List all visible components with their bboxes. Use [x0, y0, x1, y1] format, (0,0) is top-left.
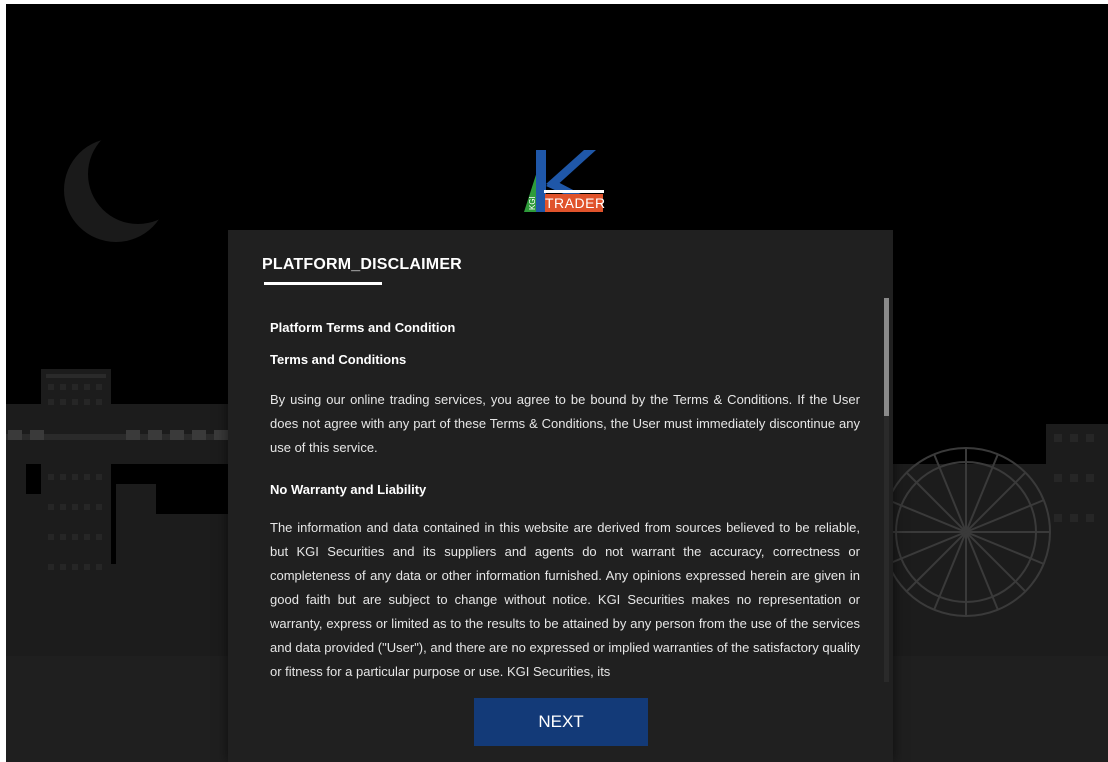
logo-kgi-text: KGI: [528, 196, 537, 210]
next-button[interactable]: NEXT: [474, 698, 648, 746]
ferris-wheel-icon: [881, 447, 1051, 617]
heading-terms-conditions: Terms and Conditions: [270, 352, 407, 367]
disclaimer-content[interactable]: Platform Terms and Condition Terms and C…: [264, 312, 860, 682]
kgi-ktrader-logo: KGI TRADER: [514, 146, 606, 216]
moon-icon: [64, 124, 188, 242]
login-background: KGI TRADER PLATFORM_DISCLAIMER Platform …: [6, 4, 1108, 762]
dialog-title: PLATFORM_DISCLAIMER: [262, 256, 462, 273]
heading-platform-terms: Platform Terms and Condition: [270, 320, 456, 335]
disclaimer-dialog: PLATFORM_DISCLAIMER Platform Terms and C…: [228, 230, 893, 762]
paragraph-terms: By using our online trading services, yo…: [270, 392, 860, 455]
paragraph-warranty: The information and data contained in th…: [270, 520, 860, 679]
heading-no-warranty: No Warranty and Liability: [270, 482, 427, 497]
title-underline: [264, 282, 382, 285]
logo-trader-text: TRADER: [545, 194, 606, 212]
content-scrollbar[interactable]: [884, 298, 889, 682]
scrollbar-thumb[interactable]: [884, 298, 889, 416]
